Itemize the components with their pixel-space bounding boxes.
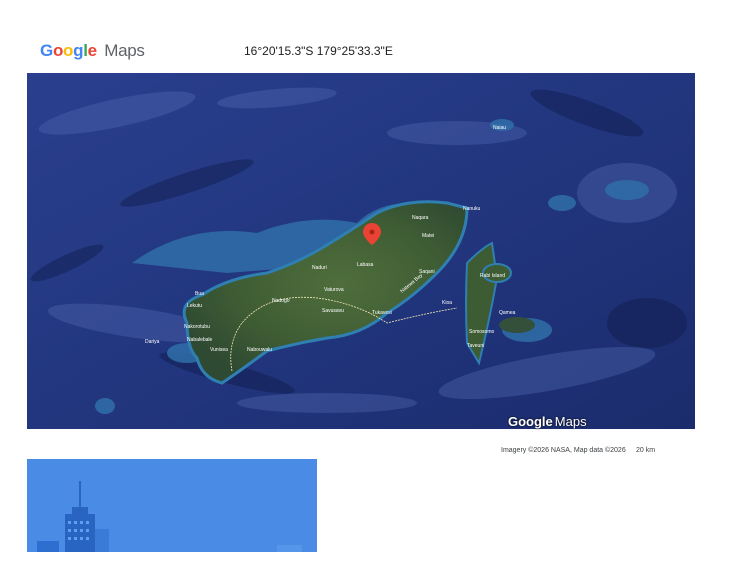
label-lekutu: Lekutu	[187, 303, 202, 309]
label-nabouwalu: Nabouwalu	[247, 347, 272, 353]
label-matei: Matei	[422, 233, 434, 239]
label-nabalebale: Nabalebale	[187, 337, 213, 343]
coordinates-readout: 16°20'15.3"S 179°25'33.3"E	[244, 44, 393, 58]
label-naqara: Naqara	[412, 215, 429, 221]
label-savusavu: Savusavu	[322, 308, 344, 314]
street-view-thumbnail[interactable]	[27, 459, 317, 552]
label-taveuni: Taveuni	[467, 343, 484, 349]
label-bua: Bua	[195, 291, 204, 297]
label-tukavesi: Tukavesi	[372, 310, 392, 316]
label-naduri: Naduri	[312, 265, 327, 271]
logo-google-text: Google	[40, 41, 97, 60]
label-vaturova: Vaturova	[324, 287, 344, 293]
label-qamea: Qamea	[499, 310, 516, 316]
label-somosomo: Somosomo	[469, 329, 495, 335]
map-scale: 20 km	[636, 447, 656, 454]
city-skyline-icon	[37, 481, 302, 552]
label-naiau: Naiau	[493, 125, 506, 131]
label-rabi: Rabi Island	[480, 273, 505, 279]
map-attribution: Imagery ©2026 NASA, Map data ©2026	[501, 447, 626, 454]
label-vunisea: Vunisea	[210, 347, 228, 353]
satellite-map[interactable]: Naiau Nanuku Naqara Matei Labasa Naduri …	[27, 73, 695, 429]
label-labasa: Labasa	[357, 262, 374, 268]
label-kioa: Kioa	[442, 300, 452, 306]
logo-maps-text: Maps	[104, 41, 145, 60]
map-watermark: Google Maps	[508, 414, 587, 429]
label-nakorotubu: Nakorotubu	[184, 324, 210, 330]
label-daria: Dariya	[145, 339, 160, 345]
map-imagery[interactable]: Naiau Nanuku Naqara Matei Labasa Naduri …	[27, 73, 695, 429]
label-nadogo: Nadogo	[272, 298, 290, 304]
label-nanuku: Nanuku	[463, 206, 480, 212]
google-maps-logo: Google Maps	[40, 41, 145, 61]
